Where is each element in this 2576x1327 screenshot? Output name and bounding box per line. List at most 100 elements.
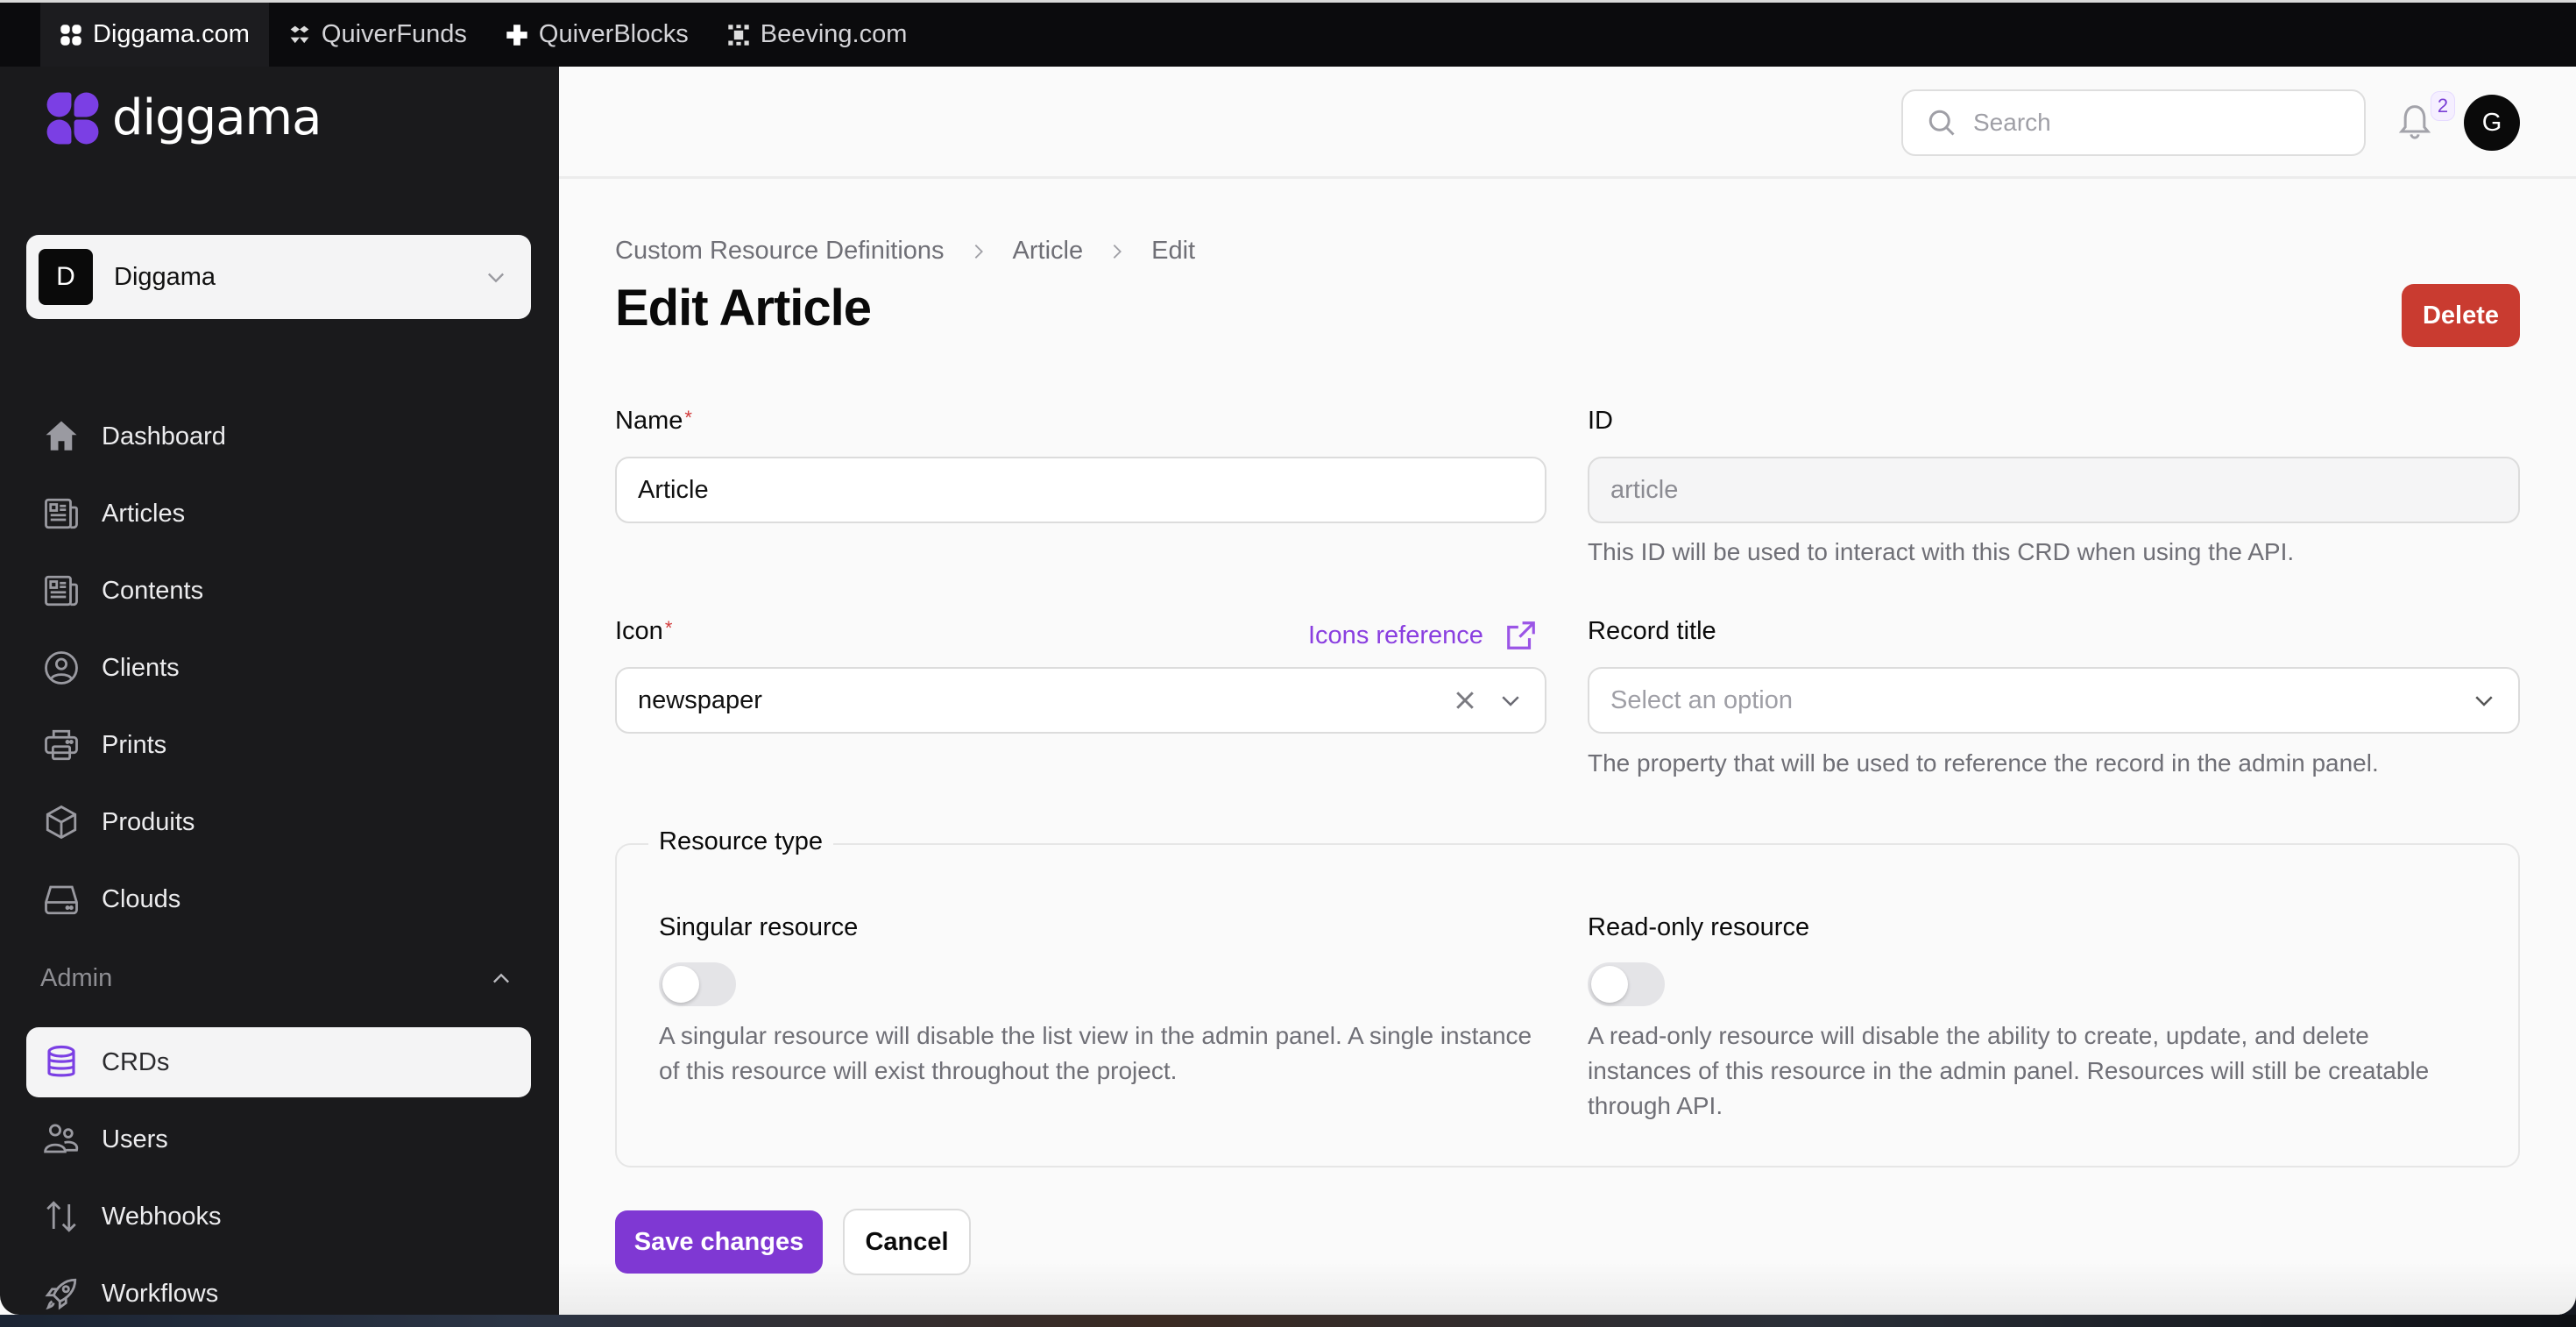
breadcrumb-edit[interactable]: Edit — [1151, 237, 1195, 266]
search-input[interactable] — [1973, 109, 2341, 137]
id-field-value: article — [1610, 475, 1679, 504]
chevron-right-icon — [1113, 244, 1122, 259]
record-title-placeholder: Select an option — [1610, 685, 1793, 714]
name-label: Name* — [615, 407, 692, 436]
icon-select-value: newspaper — [638, 685, 762, 714]
record-title-help-text: The property that will be used to refere… — [1588, 749, 2379, 777]
arrows-up-down-icon — [42, 1197, 81, 1236]
external-link-icon — [1507, 621, 1535, 649]
newspaper-icon — [42, 571, 81, 610]
breadcrumb-crds[interactable]: Custom Resource Definitions — [615, 237, 945, 266]
sidebar-item-articles[interactable]: Articles — [26, 479, 531, 549]
hard-drive-icon — [42, 880, 81, 919]
sidebar-item-label: Produits — [102, 807, 195, 836]
sidebar-item-clouds[interactable]: Clouds — [26, 864, 531, 934]
desktop-background — [0, 1315, 2576, 1327]
quiverblocks-logo-icon — [506, 24, 527, 46]
cancel-button[interactable]: Cancel — [843, 1209, 971, 1275]
database-icon — [42, 1043, 81, 1082]
chevron-down-icon[interactable] — [1497, 687, 1524, 713]
singular-resource-help-text: A singular resource will disable the lis… — [659, 1022, 1532, 1084]
sidebar-item-workflows[interactable]: Workflows — [26, 1259, 531, 1315]
sidebar-item-label: Webhooks — [102, 1202, 222, 1231]
resource-type-legend: Resource type — [648, 827, 833, 856]
icon-select[interactable]: newspaper — [615, 667, 1546, 734]
sidebar-item-label: Users — [102, 1125, 168, 1153]
sidebar-item-label: CRDs — [102, 1047, 170, 1076]
site-tab-quiverfunds[interactable]: QuiverFunds — [269, 3, 486, 67]
read-only-resource-label: Read-only resource — [1588, 913, 1810, 941]
chevron-up-icon — [493, 973, 509, 983]
printer-icon — [42, 726, 81, 764]
sidebar-item-label: Contents — [102, 576, 204, 605]
organization-switcher[interactable]: D Diggama — [26, 235, 531, 319]
read-only-resource-toggle[interactable] — [1588, 962, 1665, 1006]
breadcrumb: Custom Resource Definitions Article Edit — [615, 237, 1195, 266]
sidebar-item-label: Prints — [102, 730, 167, 759]
site-tab-label: Beeving.com — [760, 20, 908, 48]
quiverfunds-logo-icon — [290, 25, 309, 43]
required-marker: * — [684, 407, 692, 429]
sidebar-item-webhooks[interactable]: Webhooks — [26, 1182, 531, 1252]
singular-resource-toggle[interactable] — [659, 962, 736, 1006]
diggama-logo-icon — [60, 24, 81, 46]
rocket-icon — [42, 1274, 81, 1313]
sidebar-item-users[interactable]: Users — [26, 1104, 531, 1174]
admin-section-toggle[interactable]: Admin — [40, 964, 513, 993]
user-circle-icon — [42, 649, 81, 687]
sidebar-item-crds[interactable]: CRDs — [26, 1027, 531, 1097]
site-tab-diggama[interactable]: Diggama.com — [40, 3, 269, 67]
site-tab-quiverblocks[interactable]: QuiverBlocks — [486, 3, 708, 67]
sidebar-item-label: Clouds — [102, 884, 181, 913]
site-tab-label: QuiverBlocks — [538, 20, 689, 48]
sidebar-item-dashboard[interactable]: Dashboard — [26, 401, 531, 472]
icon-label: Icon* — [615, 617, 672, 646]
breadcrumb-article[interactable]: Article — [1013, 237, 1084, 266]
sidebar-item-clients[interactable]: Clients — [26, 633, 531, 703]
diggama-logo-icon — [46, 92, 99, 144]
chevron-right-icon — [974, 244, 983, 259]
search-icon — [1928, 110, 1955, 136]
singular-resource-label: Singular resource — [659, 913, 859, 941]
org-name: Diggama — [114, 262, 216, 291]
top-header: 2 G — [559, 67, 2576, 179]
toggle-knob — [662, 966, 699, 1003]
users-icon — [42, 1120, 81, 1159]
id-help-text: This ID will be used to interact with th… — [1588, 538, 2295, 565]
record-title-label: Record title — [1588, 617, 1716, 645]
name-field[interactable]: Article — [615, 457, 1546, 523]
chevron-down-icon — [488, 273, 504, 283]
site-tab-beeving[interactable]: Beeving.com — [708, 3, 927, 67]
id-label: ID — [1588, 407, 1613, 435]
sidebar-item-contents[interactable]: Contents — [26, 556, 531, 626]
icon-label-text: Icon — [615, 617, 663, 645]
record-title-select[interactable]: Select an option — [1588, 667, 2520, 734]
user-avatar[interactable]: G — [2464, 95, 2520, 151]
beeving-logo-icon — [728, 24, 749, 46]
sidebar: diggama D Diggama Dashboard Articles Con… — [0, 67, 559, 1315]
sidebar-item-label: Dashboard — [102, 422, 226, 451]
site-tab-label: Diggama.com — [93, 20, 250, 48]
delete-button[interactable]: Delete — [2402, 284, 2520, 347]
sidebar-item-label: Clients — [102, 653, 180, 682]
notification-count-badge: 2 — [2431, 91, 2455, 121]
home-icon — [42, 417, 81, 456]
cube-icon — [42, 803, 81, 841]
clear-icon[interactable] — [1452, 687, 1478, 713]
save-changes-button[interactable]: Save changes — [615, 1210, 823, 1274]
search-box[interactable] — [1901, 89, 2366, 156]
chevron-down-icon — [2475, 696, 2493, 706]
name-field-value: Article — [638, 475, 709, 504]
admin-section-label: Admin — [40, 964, 113, 992]
sidebar-item-prints[interactable]: Prints — [26, 710, 531, 780]
brand-name: diggama — [112, 89, 322, 146]
read-only-resource-help-text: A read-only resource will disable the ab… — [1588, 1022, 2430, 1119]
icons-reference-link[interactable]: Icons reference — [1308, 619, 1538, 652]
toggle-knob — [1591, 966, 1628, 1003]
app-window: Diggama.com QuiverFunds QuiverBlocks Bee… — [0, 0, 2576, 1315]
newspaper-icon — [42, 494, 81, 533]
site-tab-label: QuiverFunds — [321, 20, 467, 48]
brand-logo[interactable]: diggama — [46, 89, 322, 146]
icons-reference-label: Icons reference — [1308, 621, 1483, 649]
sidebar-item-produits[interactable]: Produits — [26, 787, 531, 857]
